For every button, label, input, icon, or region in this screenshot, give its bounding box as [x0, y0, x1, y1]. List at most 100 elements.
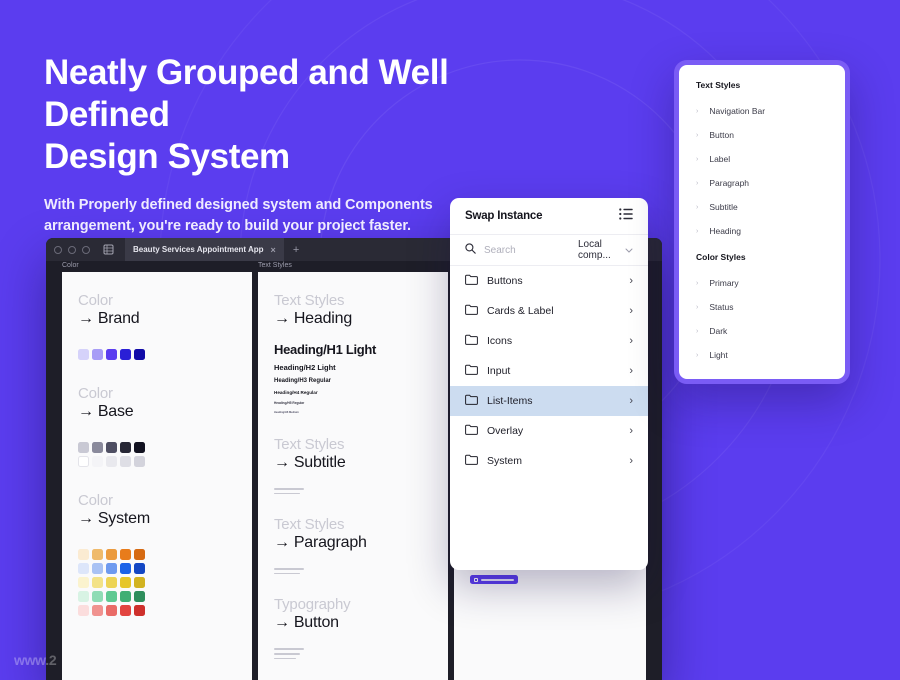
color-swatch[interactable]: [134, 563, 145, 574]
color-swatch[interactable]: [134, 456, 145, 467]
maximize-window-icon[interactable]: [82, 245, 90, 254]
section-title: → Base: [78, 403, 236, 421]
swatch-row: [78, 563, 236, 574]
color-swatch[interactable]: [92, 605, 103, 616]
document-tab[interactable]: Beauty Services Appointment App ×: [125, 238, 284, 261]
color-swatch[interactable]: [92, 349, 103, 360]
chevron-right-icon[interactable]: ›: [629, 425, 633, 437]
minimize-window-icon[interactable]: [68, 245, 76, 254]
color-swatch[interactable]: [120, 577, 131, 588]
section-caption: Color: [78, 385, 113, 402]
type-sample: Heading/H4 Regular: [274, 390, 318, 395]
color-swatch[interactable]: [78, 577, 89, 588]
frame-label-text-styles[interactable]: Text Styles: [258, 262, 292, 269]
color-swatch[interactable]: [92, 563, 103, 574]
color-swatch[interactable]: [134, 442, 145, 453]
arrow-icon: →: [274, 614, 290, 632]
frame-label-color[interactable]: Color: [62, 262, 79, 269]
folder-icon: [465, 394, 478, 408]
close-window-icon[interactable]: [54, 245, 62, 254]
placeholder-line: [274, 652, 300, 655]
component-scope-dropdown[interactable]: Local comp...: [578, 239, 633, 261]
window-controls[interactable]: [54, 245, 90, 254]
chevron-right-icon[interactable]: ›: [629, 395, 633, 407]
swap-list-item-system[interactable]: System ›: [450, 446, 648, 476]
color-swatch[interactable]: [106, 442, 117, 453]
color-swatch[interactable]: [78, 349, 89, 360]
text-style-item-subtitle[interactable]: › Subtitle: [696, 195, 828, 219]
color-swatch[interactable]: [120, 591, 131, 602]
color-style-item-status[interactable]: › Status: [696, 295, 828, 319]
color-swatch[interactable]: [120, 563, 131, 574]
text-style-item-heading[interactable]: › Heading: [696, 219, 828, 243]
section-title-text: System: [97, 510, 150, 527]
search-icon: [465, 241, 476, 259]
color-swatch[interactable]: [78, 442, 89, 453]
color-swatch[interactable]: [134, 577, 145, 588]
swap-list-item-list-items[interactable]: List-Items ›: [450, 386, 648, 416]
chevron-right-icon[interactable]: ›: [629, 365, 633, 377]
swap-instance-search-row: Local comp...: [450, 235, 648, 266]
color-swatch[interactable]: [92, 549, 103, 560]
color-swatch[interactable]: [78, 605, 89, 616]
bullet-chevron-icon: ›: [696, 203, 699, 211]
color-swatch[interactable]: [78, 591, 89, 602]
swap-list-item-overlay[interactable]: Overlay ›: [450, 416, 648, 446]
cart-icon: [474, 577, 478, 582]
style-item-label: Dark: [709, 326, 728, 336]
swap-list-item-cards-label[interactable]: Cards & Label ›: [450, 296, 648, 326]
color-swatch[interactable]: [78, 456, 89, 467]
color-swatch[interactable]: [120, 456, 131, 467]
text-style-item-navigation-bar[interactable]: › Navigation Bar: [696, 99, 828, 123]
search-input[interactable]: [484, 244, 570, 256]
color-swatch[interactable]: [134, 349, 145, 360]
cart-button[interactable]: [470, 575, 518, 584]
color-swatch[interactable]: [92, 456, 103, 467]
color-swatch[interactable]: [78, 549, 89, 560]
color-style-item-primary[interactable]: › Primary: [696, 271, 828, 295]
chevron-right-icon[interactable]: ›: [629, 335, 633, 347]
section-title: → Button: [274, 614, 432, 632]
color-styles-heading: Color Styles: [696, 252, 746, 262]
swap-list-item-input[interactable]: Input ›: [450, 356, 648, 386]
text-style-item-button[interactable]: › Button: [696, 123, 828, 147]
color-swatch[interactable]: [106, 577, 117, 588]
color-swatch[interactable]: [134, 605, 145, 616]
color-swatch[interactable]: [92, 442, 103, 453]
list-view-icon[interactable]: [619, 207, 633, 225]
color-swatch[interactable]: [92, 591, 103, 602]
text-styles-heading: Text Styles: [696, 80, 741, 90]
text-style-item-paragraph[interactable]: › Paragraph: [696, 171, 828, 195]
text-style-item-label[interactable]: › Label: [696, 147, 828, 171]
color-style-item-dark[interactable]: › Dark: [696, 319, 828, 343]
color-swatch[interactable]: [120, 549, 131, 560]
chevron-right-icon[interactable]: ›: [629, 275, 633, 287]
color-swatch[interactable]: [78, 563, 89, 574]
color-swatch[interactable]: [106, 549, 117, 560]
color-swatch[interactable]: [106, 563, 117, 574]
color-swatch[interactable]: [134, 549, 145, 560]
swatch-row: [78, 442, 236, 453]
color-swatch[interactable]: [106, 605, 117, 616]
color-swatch[interactable]: [106, 349, 117, 360]
color-swatch[interactable]: [120, 442, 131, 453]
type-sample: Heading/H5 Regular: [274, 401, 305, 405]
color-swatch[interactable]: [120, 349, 131, 360]
color-swatch[interactable]: [106, 456, 117, 467]
chevron-right-icon[interactable]: ›: [629, 455, 633, 467]
color-swatch[interactable]: [106, 591, 117, 602]
new-tab-button[interactable]: +: [293, 244, 299, 256]
swatch-group-system: [78, 549, 236, 616]
text-style-groups: Text Styles → Heading Heading/H1 Light Headi…: [258, 272, 448, 680]
section-title: → Subtitle: [274, 454, 432, 472]
close-icon[interactable]: ×: [271, 245, 276, 255]
color-swatch[interactable]: [92, 577, 103, 588]
swap-list-item-buttons[interactable]: Buttons ›: [450, 266, 648, 296]
color-style-item-light[interactable]: › Light: [696, 343, 828, 367]
color-swatch[interactable]: [134, 591, 145, 602]
chevron-right-icon[interactable]: ›: [629, 305, 633, 317]
page-title-line2: Design System: [44, 137, 290, 176]
swap-list-item-label: Icons: [487, 335, 513, 347]
color-swatch[interactable]: [120, 605, 131, 616]
swap-list-item-icons[interactable]: Icons ›: [450, 326, 648, 356]
